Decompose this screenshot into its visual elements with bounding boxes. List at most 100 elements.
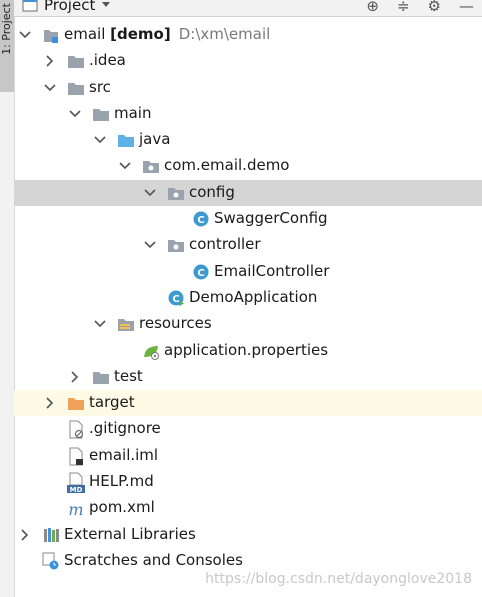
tree-row-config[interactable]: config (14, 179, 482, 207)
tree-item-name: Scratches and Consoles (64, 550, 243, 569)
tree-item-name: .gitignore (89, 419, 161, 438)
project-view-title: Project (44, 0, 96, 14)
project-tree: email [demo] D:\xm\email .idea src main java c… (14, 22, 482, 574)
chevron-down-icon[interactable] (93, 127, 107, 153)
tree-row-email[interactable]: email [demo] D:\xm\email (14, 22, 482, 48)
chevron-down-icon[interactable] (93, 311, 107, 337)
hide-panel-icon[interactable]: — (459, 0, 474, 15)
tree-row-src[interactable]: src (14, 75, 482, 101)
package-icon (142, 153, 160, 179)
tree-item-label: DemoApplication (189, 288, 317, 306)
svg-text:C: C (197, 268, 204, 279)
chevron-right-icon[interactable] (18, 522, 32, 548)
tree-item-name: email (64, 25, 106, 43)
libraries-icon (42, 522, 60, 548)
tree-item-label: HELP.md (89, 472, 154, 490)
svg-text:m: m (68, 500, 83, 519)
project-view-selector[interactable]: Project (22, 0, 111, 14)
iml-file-icon (67, 443, 85, 469)
tool-window-strip: 1: Project (0, 0, 15, 597)
tree-item-label: External Libraries (64, 525, 196, 543)
tree-item-label: application.properties (164, 341, 328, 359)
package-icon (167, 232, 185, 258)
chevron-right-icon[interactable] (43, 48, 57, 74)
tree-row-email-iml[interactable]: email.iml (14, 443, 482, 469)
tree-item-name: EmailController (214, 261, 330, 280)
tree-row-emailcontroller[interactable]: C EmailController (14, 259, 482, 285)
tree-item-name: main (114, 103, 152, 122)
folder-res-icon (117, 311, 135, 337)
spring-class-icon: C (167, 285, 185, 311)
properties-icon (142, 338, 160, 364)
tree-item-name: application.properties (164, 340, 329, 359)
tree-row-help-md[interactable]: MD HELP.md (14, 469, 482, 495)
tree-item-name: test (114, 366, 143, 385)
tree-item-label: Scratches and Consoles (64, 551, 243, 569)
tree-item-name: java (139, 130, 171, 149)
tree-item-label: pom.xml (89, 498, 155, 516)
tree-row-gitignore[interactable]: .gitignore (14, 416, 482, 442)
chevron-down-icon[interactable] (143, 180, 157, 206)
scratches-icon (42, 548, 60, 574)
chevron-down-icon[interactable] (18, 22, 32, 48)
tree-item-label: resources (139, 314, 212, 332)
locate-icon[interactable]: ⊕ (366, 0, 379, 15)
watermark-text: https://blog.csdn.net/dayonglove2018 (205, 571, 472, 587)
tree-item-name: resources (139, 314, 212, 333)
folder-excluded-icon (67, 390, 85, 416)
tree-item-label: email.iml (89, 446, 158, 464)
collapse-all-icon[interactable]: ≑ (397, 0, 410, 15)
settings-gear-icon[interactable]: ⚙ (428, 0, 441, 15)
folder-icon (92, 101, 110, 127)
tree-item-label: EmailController (214, 262, 329, 280)
chevron-right-icon[interactable] (43, 390, 57, 416)
project-tool-tab-label: 1: Project (0, 3, 13, 55)
tree-item-name: pom.xml (89, 498, 155, 517)
folder-icon (67, 75, 85, 101)
tree-row-test[interactable]: test (14, 364, 482, 390)
tree-item-name: config (189, 182, 235, 201)
tree-item-label: target (89, 393, 135, 411)
chevron-down-icon[interactable] (143, 232, 157, 258)
ignore-file-icon (67, 416, 85, 442)
module-icon (42, 22, 60, 48)
tree-row-demoapplication[interactable]: C DemoApplication (14, 285, 482, 311)
tree-row-idea[interactable]: .idea (14, 48, 482, 74)
tree-item-name: SwaggerConfig (214, 209, 328, 228)
tree-item-name: src (89, 77, 111, 96)
svg-text:C: C (197, 215, 204, 226)
maven-file-icon: m (67, 495, 85, 521)
tree-item-name: External Libraries (64, 524, 196, 543)
tree-item-label: email [demo] D:\xm\email (64, 25, 270, 43)
project-view-icon (22, 0, 38, 12)
project-tool-tab[interactable]: 1: Project (0, 0, 14, 92)
tree-item-name: target (89, 393, 135, 412)
class-icon: C (192, 206, 210, 232)
chevron-down-icon[interactable] (118, 153, 132, 179)
tree-row-main[interactable]: main (14, 101, 482, 127)
class-icon: C (192, 259, 210, 285)
tree-row-external-libraries[interactable]: External Libraries (14, 522, 482, 548)
chevron-right-icon[interactable] (68, 364, 82, 390)
tree-row-swaggerconfig[interactable]: C SwaggerConfig (14, 206, 482, 232)
tree-row-com-email-demo[interactable]: com.email.demo (14, 153, 482, 179)
chevron-down-icon (102, 2, 111, 7)
tree-row-java[interactable]: java (14, 127, 482, 153)
module-badge: [demo] (110, 25, 171, 43)
tree-item-label: SwaggerConfig (214, 209, 328, 227)
tree-row-application-properties[interactable]: application.properties (14, 338, 482, 364)
tree-row-controller[interactable]: controller (14, 232, 482, 258)
project-toolbar: Project ⊕ ≑ ⚙ — (14, 0, 482, 17)
module-path: D:\xm\email (178, 25, 271, 43)
tree-item-label: main (114, 104, 151, 122)
tree-row-resources[interactable]: resources (14, 311, 482, 337)
markdown-file-icon: MD (67, 469, 85, 495)
tree-row-pom-xml[interactable]: m pom.xml (14, 495, 482, 521)
chevron-down-icon[interactable] (68, 101, 82, 127)
tree-row-target[interactable]: target (14, 390, 482, 417)
tree-item-label: controller (189, 235, 261, 253)
tree-item-label: .idea (89, 51, 126, 69)
tree-item-name: .idea (89, 51, 126, 70)
chevron-down-icon[interactable] (43, 75, 57, 101)
tree-item-name: DemoApplication (189, 287, 318, 306)
